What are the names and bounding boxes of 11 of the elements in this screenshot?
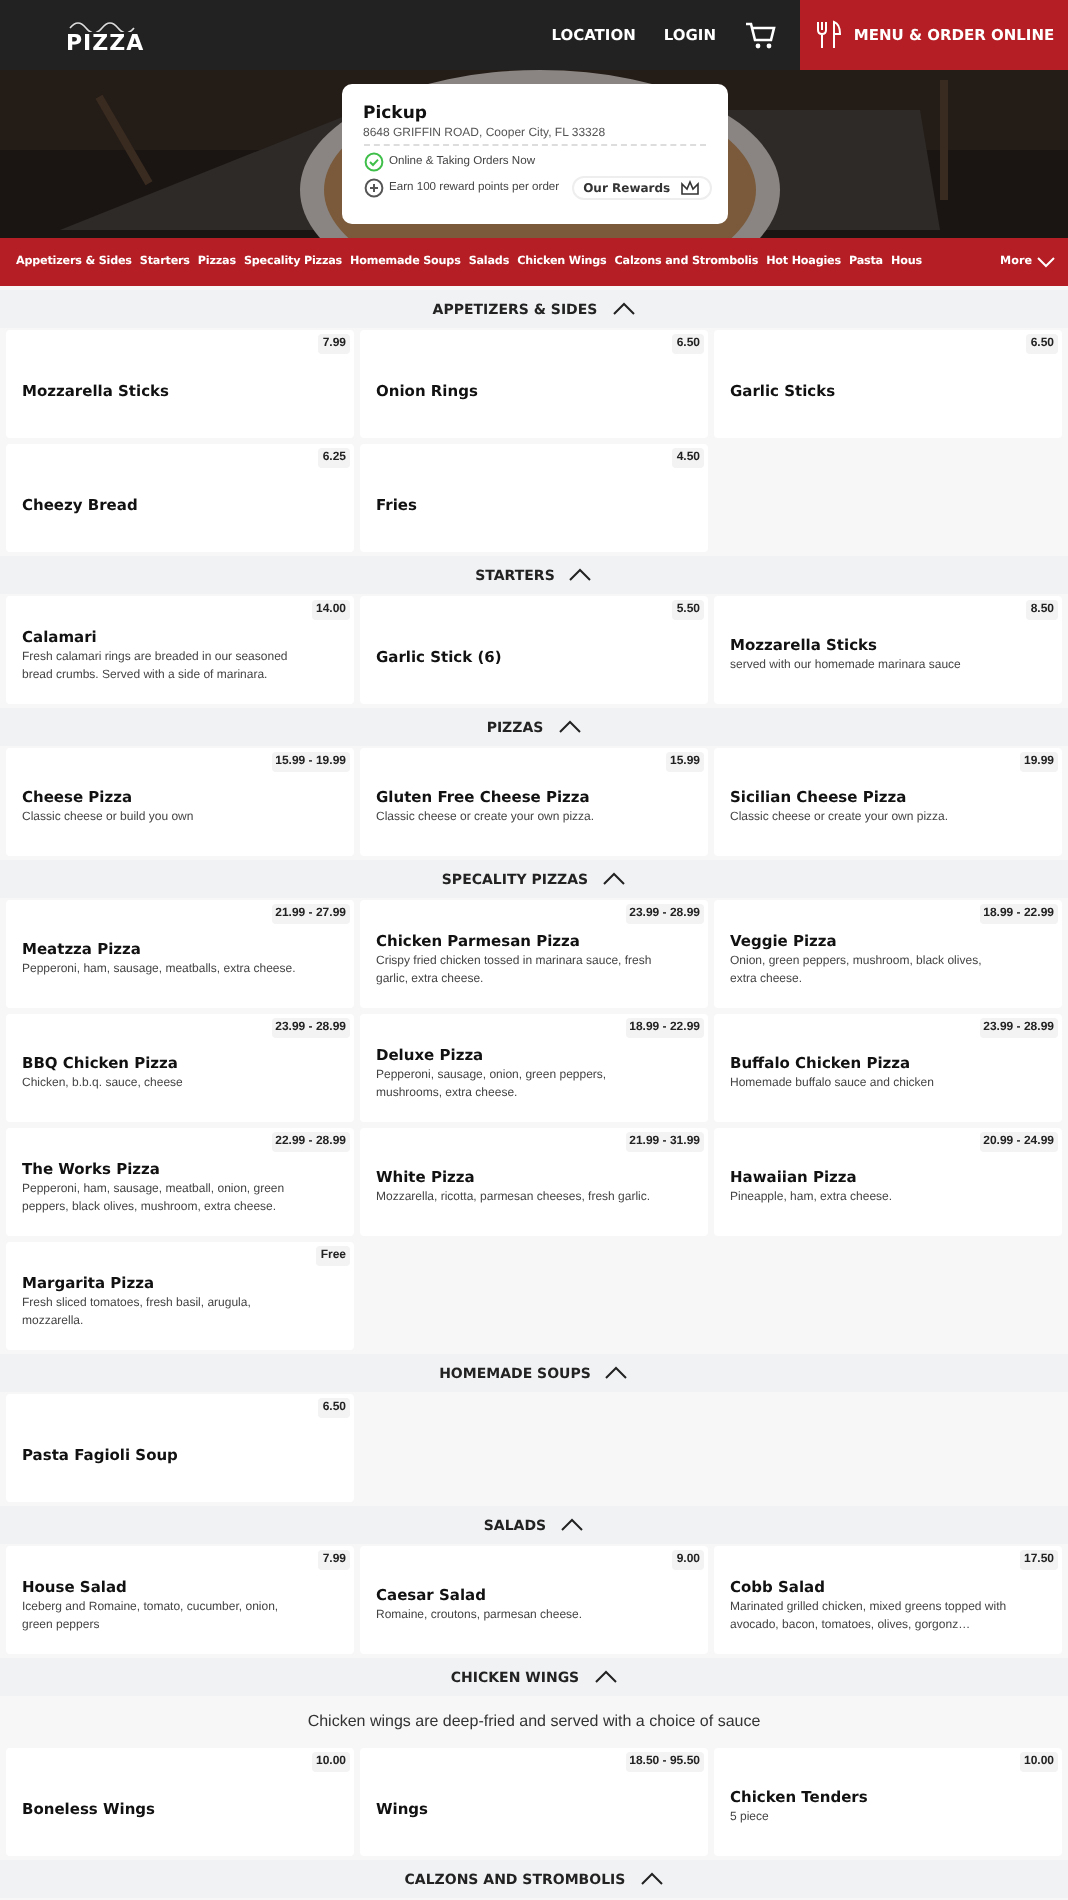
section-description: Chicken wings are deep-fried and served with a choice of sauce bbox=[305, 1710, 763, 1734]
utensils-icon bbox=[813, 20, 842, 50]
chevron-down-icon bbox=[1036, 256, 1056, 268]
cart-button[interactable] bbox=[744, 20, 776, 50]
check-circle-icon bbox=[363, 152, 383, 172]
pickup-title: Pickup bbox=[363, 104, 429, 124]
cart-icon bbox=[744, 20, 776, 50]
logo[interactable]: PIZZA bbox=[66, 16, 145, 54]
crown-icon bbox=[680, 180, 701, 196]
script-flourish-icon bbox=[66, 16, 138, 32]
plus-circle-icon bbox=[363, 178, 383, 198]
